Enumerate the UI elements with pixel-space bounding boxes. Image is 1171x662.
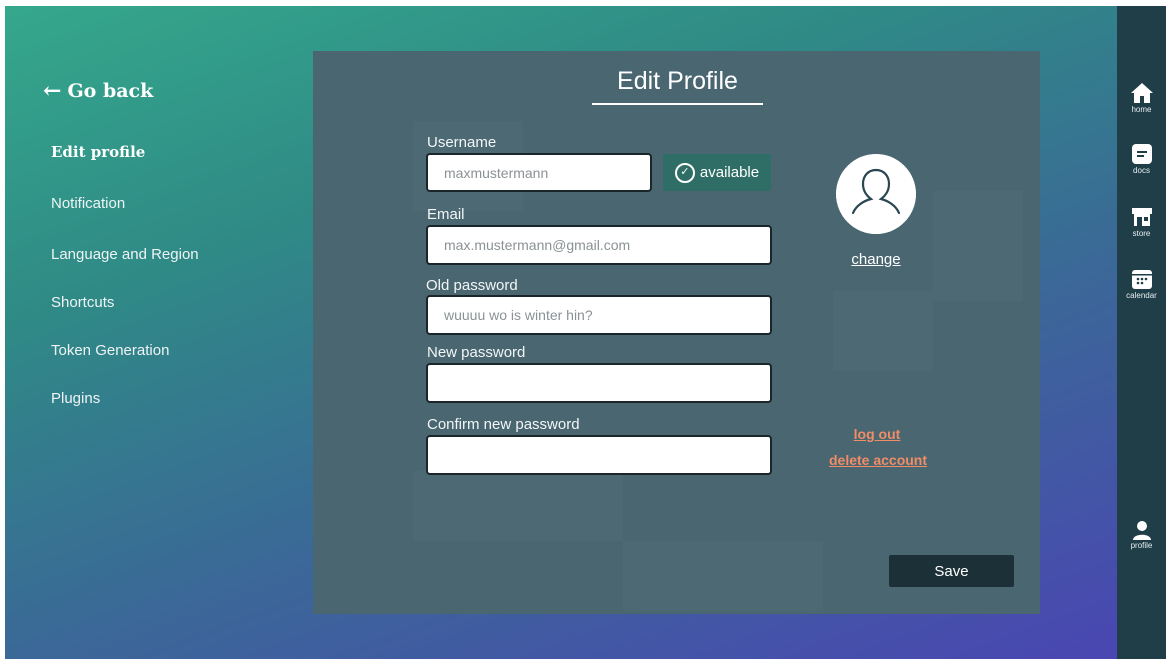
panel-texture <box>623 541 823 611</box>
rail-item-calendar[interactable]: calendar <box>1117 268 1166 300</box>
user-silhouette-icon <box>836 154 916 234</box>
delete-account-link[interactable]: delete account <box>808 452 948 468</box>
old-password-label: Old password <box>426 277 518 294</box>
panel-texture <box>413 471 623 541</box>
avatar <box>836 154 916 234</box>
nav-item-shortcuts[interactable]: Shortcuts <box>51 294 114 311</box>
nav-item-edit-profile[interactable]: Edit profile <box>51 143 145 161</box>
nav-item-token-generation[interactable]: Token Generation <box>51 342 169 359</box>
go-back-link[interactable]: ← Go back <box>43 80 153 102</box>
store-icon <box>1131 208 1152 226</box>
new-password-label: New password <box>427 344 526 361</box>
go-back-label: Go back <box>67 80 154 102</box>
username-available-badge: ✓ available <box>663 154 771 191</box>
email-input[interactable] <box>426 225 772 265</box>
change-avatar-link[interactable]: change <box>826 251 926 268</box>
new-password-input[interactable] <box>426 363 772 403</box>
nav-item-notification[interactable]: Notification <box>51 195 125 212</box>
rail-item-profile[interactable]: profile <box>1117 520 1166 550</box>
username-label: Username <box>427 134 497 151</box>
rail-label-docs: docs <box>1133 166 1150 175</box>
rail-label-home: home <box>1131 105 1152 114</box>
username-status-text: available <box>699 164 760 181</box>
rail-item-home[interactable]: home <box>1117 82 1166 114</box>
rail-item-store[interactable]: store <box>1117 206 1166 238</box>
title-underline <box>592 103 763 105</box>
panel-texture <box>933 191 1023 301</box>
nav-item-language-region[interactable]: Language and Region <box>51 246 199 263</box>
username-input[interactable] <box>426 153 652 192</box>
save-button[interactable]: Save <box>889 555 1014 587</box>
confirm-password-label: Confirm new password <box>427 416 580 433</box>
edit-profile-panel: Edit Profile Username ✓ available Email … <box>313 51 1040 614</box>
rail-label-profile: profile <box>1130 541 1153 550</box>
confirm-password-input[interactable] <box>426 435 772 475</box>
profile-icon <box>1132 521 1151 540</box>
email-label: Email <box>427 206 465 223</box>
calendar-icon <box>1131 270 1152 289</box>
check-circle-icon: ✓ <box>674 162 695 183</box>
old-password-input[interactable] <box>426 295 772 335</box>
rail-item-docs[interactable]: docs <box>1117 143 1166 175</box>
logout-link[interactable]: log out <box>807 426 947 442</box>
docs-icon <box>1131 144 1152 164</box>
nav-item-plugins[interactable]: Plugins <box>51 390 100 407</box>
home-icon <box>1130 83 1153 103</box>
right-nav-rail: home docs store calendar profile <box>1117 6 1166 659</box>
arrow-left-icon: ← <box>43 78 62 104</box>
rail-label-store: store <box>1132 229 1151 238</box>
panel-texture <box>833 291 933 371</box>
rail-label-calendar: calendar <box>1126 291 1157 300</box>
page-title: Edit Profile <box>617 67 738 95</box>
